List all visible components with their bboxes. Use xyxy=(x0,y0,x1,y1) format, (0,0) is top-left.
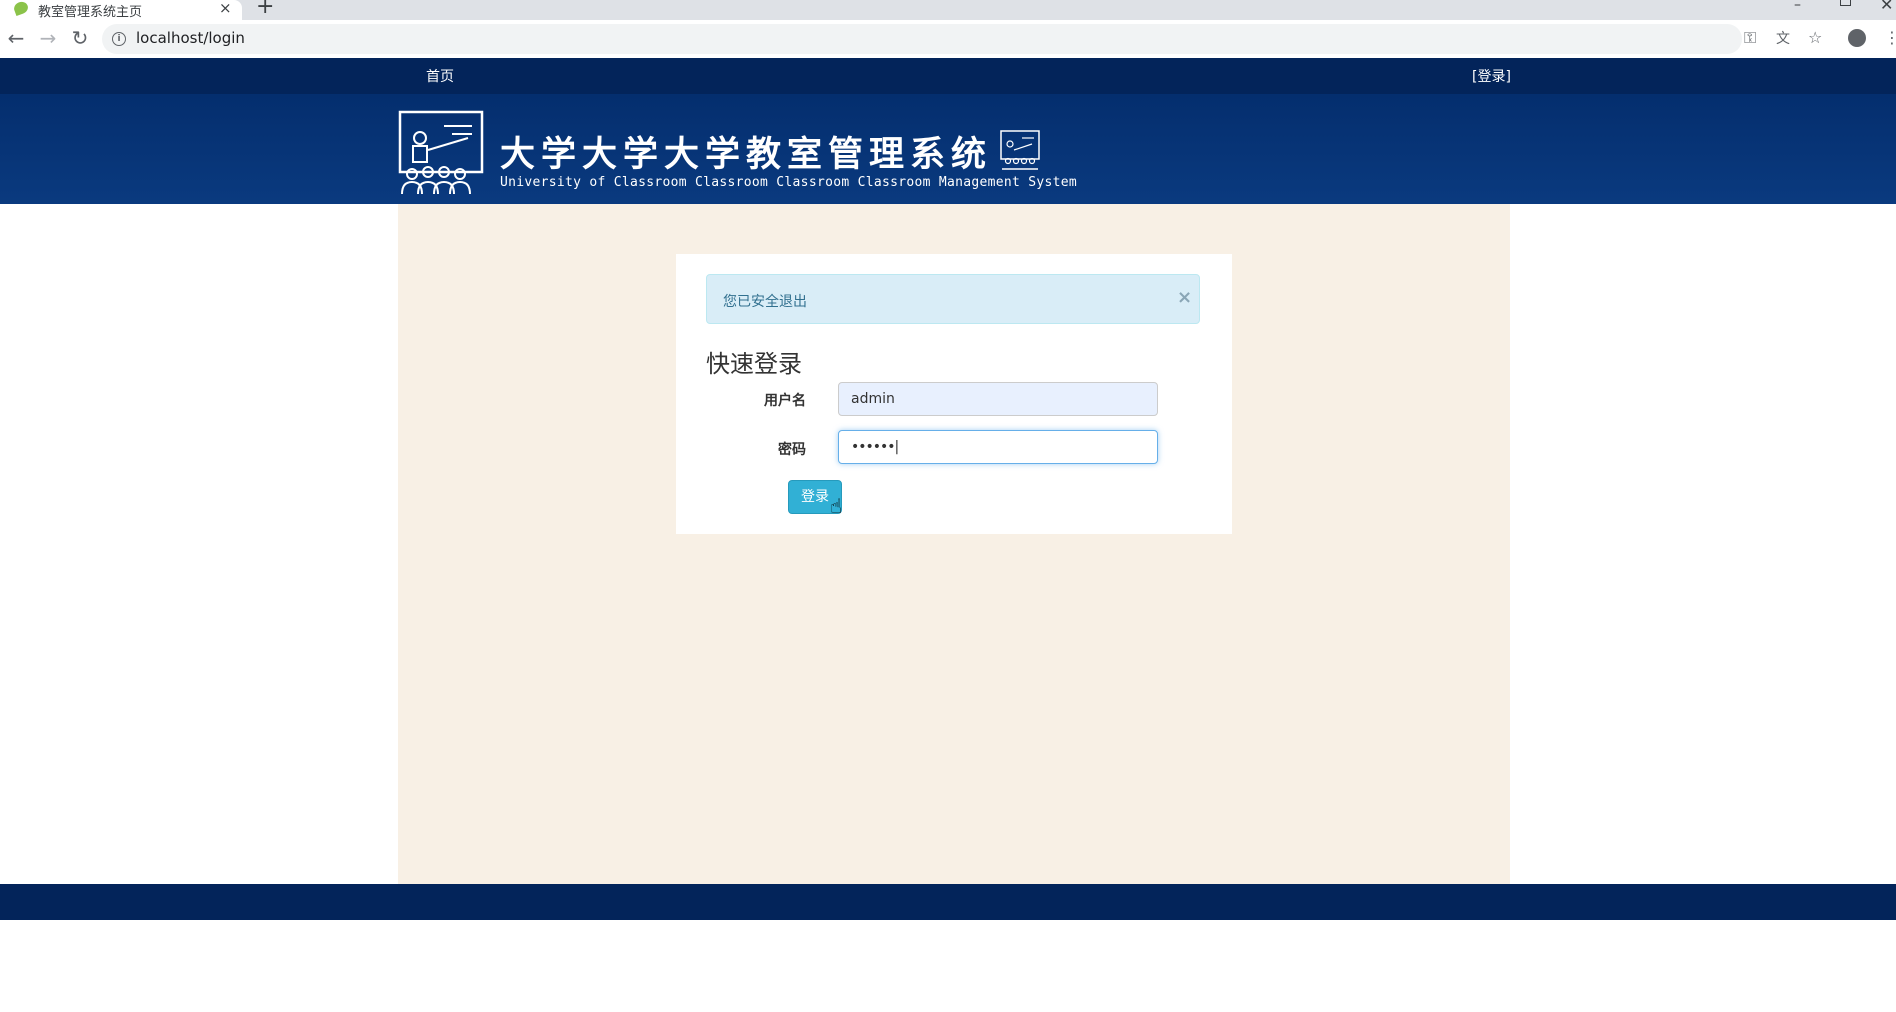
new-tab-icon[interactable]: + xyxy=(256,0,274,19)
nav-home-link[interactable]: 首页 xyxy=(426,66,454,86)
nav-login-link[interactable]: [登录] xyxy=(1472,66,1511,86)
minimize-window-icon[interactable]: – xyxy=(1794,0,1801,13)
password-label: 密码 xyxy=(778,442,806,458)
browser-tab-strip: 教室管理系统主页 × + – ✕ xyxy=(0,0,1896,20)
reload-icon[interactable]: ↻ xyxy=(68,26,92,50)
restore-window-icon[interactable] xyxy=(1840,0,1851,6)
username-label: 用户名 xyxy=(764,393,806,409)
alert-message: 您已安全退出 xyxy=(723,294,807,310)
tab-title: 教室管理系统主页 xyxy=(38,5,143,20)
info-icon[interactable]: i xyxy=(112,32,126,46)
browser-toolbar: ← → ↻ i localhost/login ⚿ 文 ☆ ⋮ xyxy=(0,20,1896,59)
site-subtitle: University of Classroom Classroom Classr… xyxy=(500,175,1077,190)
site-title: 大学大学大学教室管理系统 xyxy=(500,135,993,175)
close-alert-icon[interactable]: × xyxy=(1177,287,1192,308)
username-input[interactable]: admin xyxy=(838,382,1158,416)
login-panel: 您已安全退出 × 快速登录 用户名 admin 密码 ••••••| 登录 ☝ xyxy=(676,254,1232,534)
key-icon[interactable]: ⚿ xyxy=(1744,28,1756,48)
classroom-logo-icon xyxy=(398,110,484,195)
bookmark-star-icon[interactable]: ☆ xyxy=(1808,28,1822,47)
more-menu-icon[interactable]: ⋮ xyxy=(1884,28,1896,47)
header-banner: 大学大学大学教室管理系统 University of Classroom Cla… xyxy=(0,94,1896,204)
small-classroom-icon xyxy=(1000,130,1040,170)
translate-icon[interactable]: 文 xyxy=(1776,28,1790,48)
login-title: 快速登录 xyxy=(706,350,802,378)
close-tab-icon[interactable]: × xyxy=(219,0,232,17)
url-text[interactable]: localhost/login xyxy=(136,29,245,47)
hand-cursor-icon: ☝ xyxy=(830,494,843,518)
password-input[interactable]: ••••••| xyxy=(838,430,1158,464)
close-window-icon[interactable]: ✕ xyxy=(1880,0,1893,14)
site-nav-bar: 首页 [登录] xyxy=(0,58,1896,94)
forward-arrow-icon[interactable]: → xyxy=(36,26,60,50)
browser-tab[interactable]: 教室管理系统主页 × xyxy=(0,0,242,20)
main-content: 您已安全退出 × 快速登录 用户名 admin 密码 ••••••| 登录 ☝ xyxy=(398,204,1510,884)
profile-avatar-icon[interactable] xyxy=(1848,29,1866,47)
back-arrow-icon[interactable]: ← xyxy=(4,26,28,50)
leaf-favicon-icon xyxy=(12,0,30,17)
footer-bar xyxy=(0,884,1896,920)
address-bar[interactable]: i localhost/login xyxy=(102,24,1742,54)
logout-alert: 您已安全退出 × xyxy=(706,274,1200,324)
